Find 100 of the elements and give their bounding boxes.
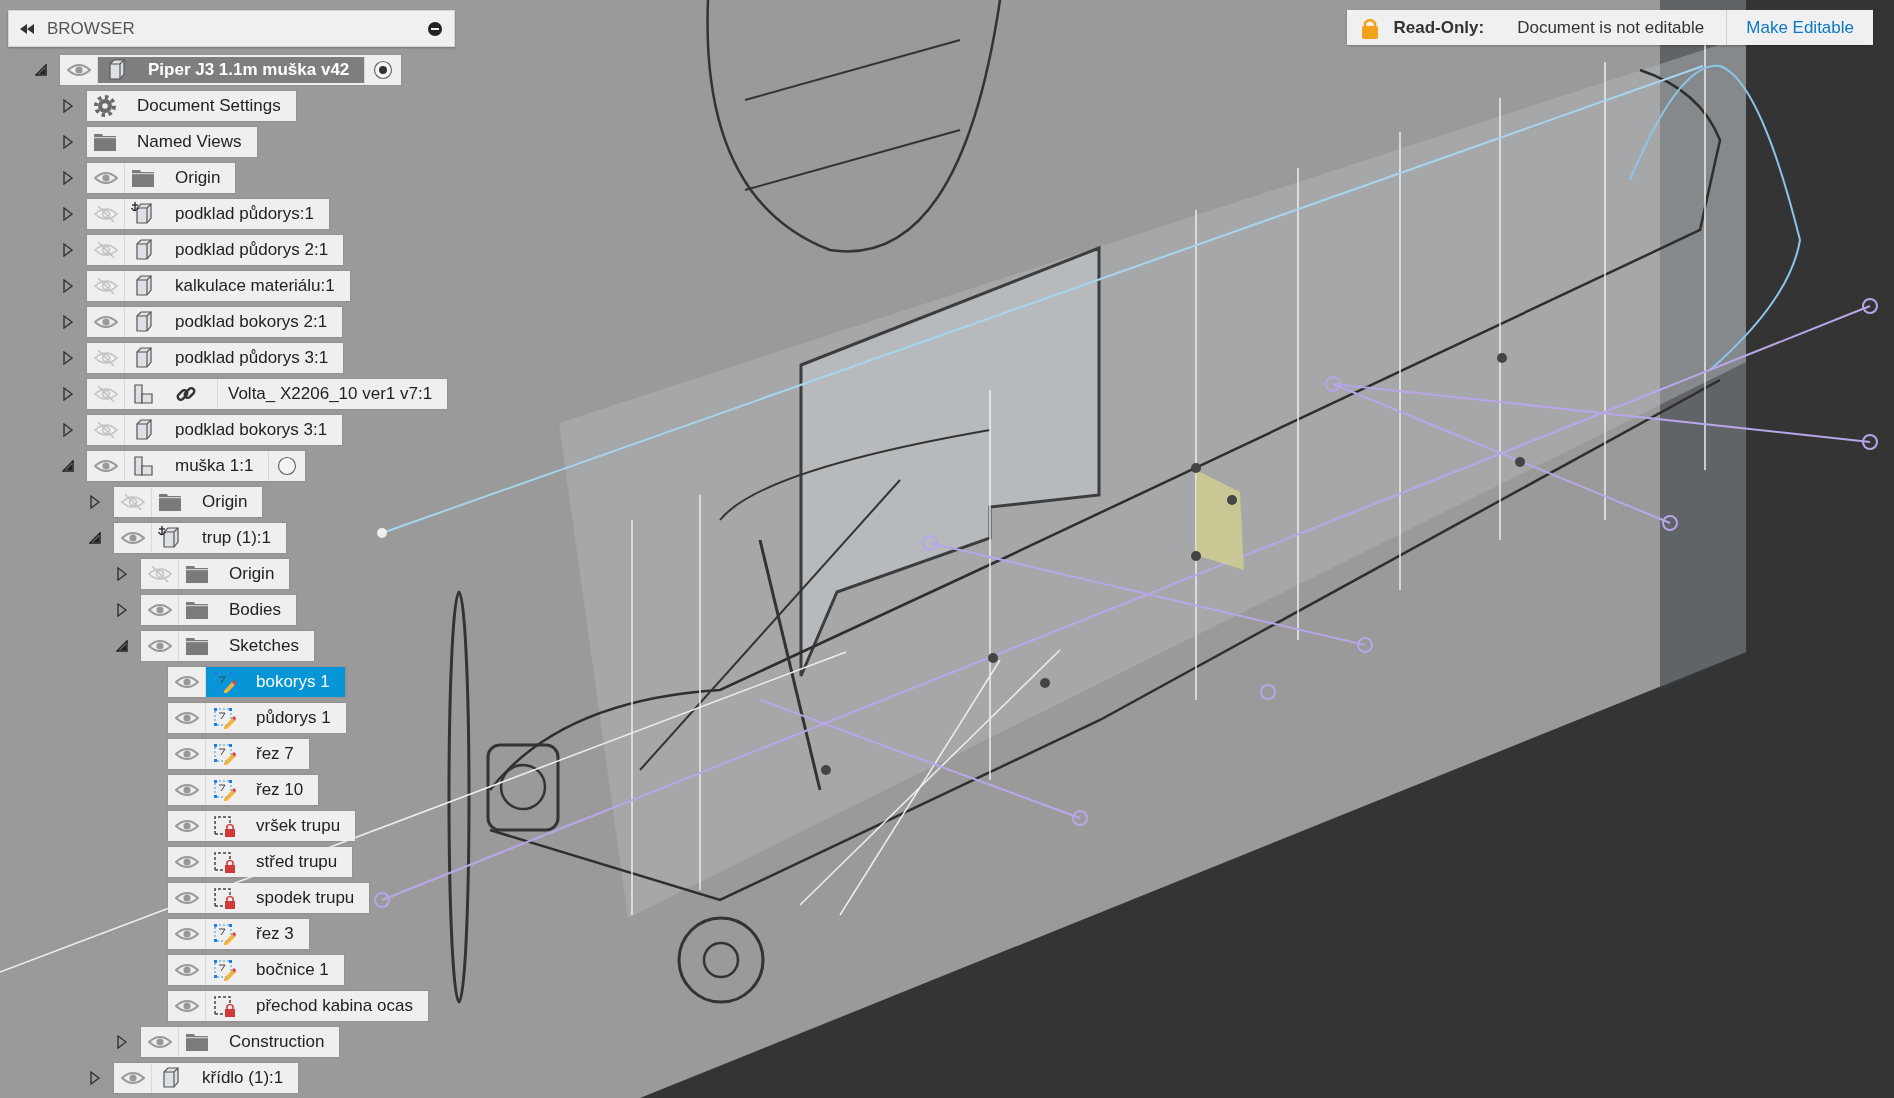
tree-item-label: Construction bbox=[229, 1032, 325, 1052]
tree-item-label: střed trupu bbox=[256, 852, 338, 872]
eye-icon[interactable] bbox=[174, 819, 199, 833]
hidden-eye-icon[interactable] bbox=[93, 205, 118, 223]
expanded-arrow-icon[interactable] bbox=[116, 640, 128, 652]
tree-item-label: Origin bbox=[175, 168, 221, 188]
sketch-point bbox=[1497, 353, 1507, 363]
collapsed-arrow-icon[interactable] bbox=[117, 567, 127, 581]
tree-item-label: řez 7 bbox=[256, 744, 294, 764]
eye-icon[interactable] bbox=[147, 603, 172, 617]
collapsed-arrow-icon[interactable] bbox=[63, 243, 73, 257]
collapsed-arrow-icon[interactable] bbox=[63, 99, 73, 113]
tree-item-label: přechod kabina ocas bbox=[256, 996, 413, 1016]
collapsed-arrow-icon[interactable] bbox=[63, 207, 73, 221]
eye-icon[interactable] bbox=[174, 891, 199, 905]
sketch-point bbox=[1191, 551, 1201, 561]
sketch-icon bbox=[212, 922, 236, 946]
tree-item-label: spodek trupu bbox=[256, 888, 355, 908]
tree-item-label: bočnice 1 bbox=[256, 960, 329, 980]
tree-item-label: kalkulace materiálu:1 bbox=[175, 276, 335, 296]
tree-item-label: vršek trupu bbox=[256, 816, 341, 836]
eye-icon[interactable] bbox=[93, 315, 118, 329]
activate-radio-icon[interactable] bbox=[373, 60, 394, 80]
tree-item-label: Document Settings bbox=[137, 96, 281, 116]
tree-item-label: půdorys 1 bbox=[256, 708, 331, 728]
eye-icon[interactable] bbox=[174, 783, 199, 797]
constraint-point bbox=[1662, 515, 1678, 531]
eye-icon[interactable] bbox=[147, 1035, 172, 1049]
tree-item[interactable]: Named Views bbox=[87, 127, 257, 157]
sketch-point bbox=[377, 528, 387, 538]
tree-item-label: Sketches bbox=[229, 636, 299, 656]
make-editable-link[interactable]: Make Editable bbox=[1727, 17, 1873, 38]
locked-sketch-icon bbox=[212, 814, 236, 838]
eye-icon[interactable] bbox=[174, 963, 199, 977]
tree-item-label: podklad půdorys:1 bbox=[175, 204, 314, 224]
eye-icon[interactable] bbox=[66, 63, 91, 77]
constraint-point bbox=[1862, 434, 1878, 450]
collapse-panel-icon[interactable] bbox=[19, 22, 35, 35]
eye-icon[interactable] bbox=[174, 747, 199, 761]
tree-item-label: bokorys 1 bbox=[256, 672, 330, 692]
minimize-icon[interactable] bbox=[428, 21, 442, 36]
constraint-point bbox=[922, 535, 938, 551]
eye-icon[interactable] bbox=[174, 855, 199, 869]
collapsed-arrow-icon[interactable] bbox=[117, 603, 127, 617]
sketch-point bbox=[821, 765, 831, 775]
collapsed-arrow-icon[interactable] bbox=[90, 495, 100, 509]
collapsed-arrow-icon[interactable] bbox=[63, 387, 73, 401]
collapsed-arrow-icon[interactable] bbox=[63, 423, 73, 437]
hidden-eye-icon[interactable] bbox=[93, 241, 118, 259]
tree-item-label: podklad půdorys 2:1 bbox=[175, 240, 329, 260]
eye-icon[interactable] bbox=[174, 675, 199, 689]
expanded-arrow-icon[interactable] bbox=[62, 460, 74, 472]
hidden-eye-icon[interactable] bbox=[93, 349, 118, 367]
folder-icon bbox=[185, 636, 209, 656]
collapsed-arrow-icon[interactable] bbox=[63, 315, 73, 329]
settings-icon bbox=[93, 94, 117, 118]
sketch-point bbox=[1040, 678, 1050, 688]
hidden-eye-icon[interactable] bbox=[147, 565, 172, 583]
collapsed-arrow-icon[interactable] bbox=[63, 135, 73, 149]
eye-icon[interactable] bbox=[120, 1071, 145, 1085]
constraint-point bbox=[1260, 684, 1276, 700]
tree-item-label: podklad bokorys 3:1 bbox=[175, 420, 328, 440]
eye-icon[interactable] bbox=[174, 711, 199, 725]
tree-item-label: Origin bbox=[202, 492, 248, 512]
collapsed-arrow-icon[interactable] bbox=[63, 279, 73, 293]
tree-item-label: muška 1:1 bbox=[175, 456, 254, 476]
collapsed-arrow-icon[interactable] bbox=[90, 1071, 100, 1085]
tree-item[interactable]: Document Settings bbox=[87, 91, 296, 121]
constraint-point bbox=[374, 892, 390, 908]
constraint-point bbox=[1325, 376, 1341, 392]
sketch-point bbox=[1515, 457, 1525, 467]
eye-icon[interactable] bbox=[174, 999, 199, 1013]
tree-item-label: Volta_ X2206_10 ver1 v7:1 bbox=[228, 384, 433, 404]
locked-sketch-icon bbox=[212, 994, 236, 1018]
eye-icon[interactable] bbox=[93, 171, 118, 185]
collapsed-arrow-icon[interactable] bbox=[63, 351, 73, 365]
tree-item-label: podklad bokorys 2:1 bbox=[175, 312, 328, 332]
tree-item-label: trup (1):1 bbox=[202, 528, 271, 548]
hidden-eye-icon[interactable] bbox=[93, 385, 118, 403]
folder-icon bbox=[185, 1032, 209, 1052]
folder-icon bbox=[158, 492, 182, 512]
eye-icon[interactable] bbox=[147, 639, 172, 653]
tree-item-label: Piper J3 1.1m muška v42 bbox=[148, 60, 350, 80]
constraint-point bbox=[1357, 637, 1373, 653]
hidden-eye-icon[interactable] bbox=[93, 421, 118, 439]
hidden-eye-icon[interactable] bbox=[93, 277, 118, 295]
lock-icon bbox=[1361, 16, 1380, 39]
eye-icon[interactable] bbox=[120, 531, 145, 545]
constraint-point bbox=[1862, 298, 1878, 314]
expanded-arrow-icon[interactable] bbox=[35, 64, 47, 76]
constraint-point bbox=[1072, 810, 1088, 826]
collapsed-arrow-icon[interactable] bbox=[117, 1035, 127, 1049]
hidden-eye-icon[interactable] bbox=[120, 493, 145, 511]
tree-item[interactable]: Piper J3 1.1m muška v42 bbox=[98, 57, 365, 83]
expanded-arrow-icon[interactable] bbox=[89, 532, 101, 544]
eye-icon[interactable] bbox=[93, 459, 118, 473]
activate-radio-icon[interactable] bbox=[277, 456, 298, 476]
sketch-icon bbox=[212, 670, 236, 694]
eye-icon[interactable] bbox=[174, 927, 199, 941]
collapsed-arrow-icon[interactable] bbox=[63, 171, 73, 185]
